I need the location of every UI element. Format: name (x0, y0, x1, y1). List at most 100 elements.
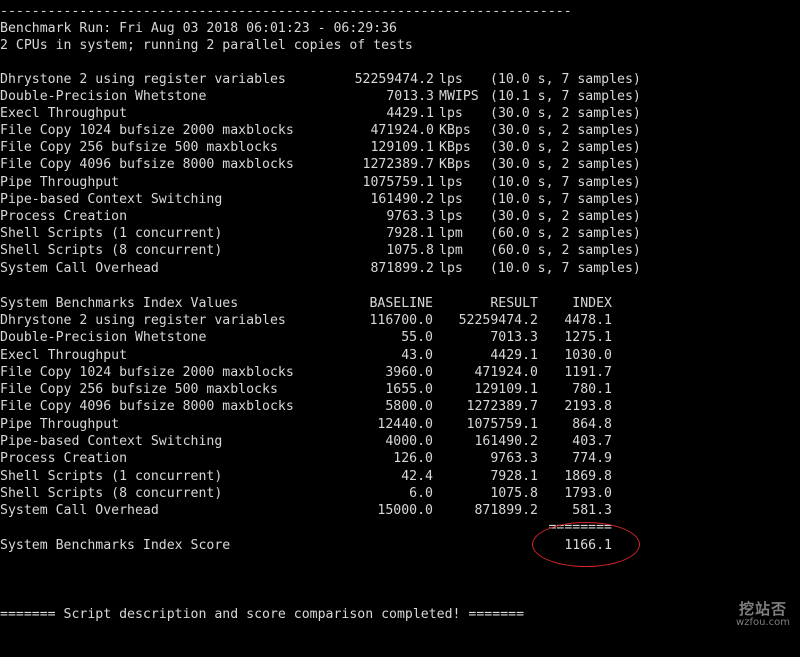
raw-result-test: Pipe-based Context Switching (0, 192, 223, 207)
benchmark-run-text: Benchmark Run: Fri Aug 03 2018 06:01:23 … (0, 21, 397, 36)
raw-result-value: 52259474.2 (354, 72, 434, 87)
benchmark-run-line: Benchmark Run: Fri Aug 03 2018 06:01:23 … (0, 20, 800, 37)
index-row-index: 774.9 (572, 451, 612, 466)
raw-result-row: Dhrystone 2 using register variables 522… (0, 71, 800, 88)
raw-result-unit: lps (439, 175, 463, 190)
index-row-index: 1793.0 (564, 486, 612, 501)
raw-result-unit: KBps (439, 123, 471, 138)
index-row-index: 1275.1 (564, 330, 612, 345)
index-row-index: 780.1 (572, 382, 612, 397)
raw-result-row: Double-Precision Whetstone 7013.3 MWIPS … (0, 88, 800, 105)
raw-result-detail: (10.0 s, 7 samples) (490, 175, 641, 190)
raw-result-value: 871899.2 (370, 261, 434, 276)
separator-line: ----------------------------------------… (0, 3, 800, 20)
footer-text: ======= Script description and score com… (0, 607, 525, 622)
raw-result-test: Dhrystone 2 using register variables (0, 72, 286, 87)
raw-result-unit: lps (439, 72, 463, 87)
raw-result-unit: KBps (439, 157, 471, 172)
raw-result-unit: lps (439, 261, 463, 276)
index-row-test: Shell Scripts (8 concurrent) (0, 486, 223, 501)
raw-result-detail: (30.0 s, 2 samples) (490, 106, 641, 121)
index-row-result: 7013.3 (490, 330, 538, 345)
raw-result-value: 7013.3 (386, 89, 434, 104)
index-row-test: File Copy 256 bufsize 500 maxblocks (0, 382, 278, 397)
raw-result-unit: lpm (439, 226, 463, 241)
raw-result-detail: (10.1 s, 7 samples) (490, 89, 641, 104)
raw-result-value: 471924.0 (370, 123, 434, 138)
raw-result-test: Shell Scripts (8 concurrent) (0, 243, 223, 258)
raw-result-test: Process Creation (0, 209, 128, 224)
index-row-baseline: 126.0 (393, 451, 433, 466)
index-row-result: 129109.1 (474, 382, 538, 397)
watermark-logo: 挖站否 wzfou.com (736, 601, 790, 629)
index-row-test: Execl Throughput (0, 348, 128, 363)
index-row-baseline: 43.0 (401, 348, 433, 363)
index-row: File Copy 1024 bufsize 2000 maxblocks 39… (0, 364, 800, 381)
baseline-header: BASELINE (369, 296, 433, 311)
index-row-index: 581.3 (572, 503, 612, 518)
result-header: RESULT (490, 296, 538, 311)
index-row: Shell Scripts (1 concurrent) 42.4 7928.1… (0, 468, 800, 485)
raw-result-row: File Copy 256 bufsize 500 maxblocks 1291… (0, 139, 800, 156)
footer-line: ======= Script description and score com… (0, 606, 800, 623)
raw-result-unit: lpm (439, 243, 463, 258)
index-row-test: System Call Overhead (0, 503, 159, 518)
index-row-result: 1075759.1 (466, 417, 538, 432)
raw-result-value: 1075.8 (386, 243, 434, 258)
raw-result-test: System Call Overhead (0, 261, 159, 276)
raw-result-test: File Copy 1024 bufsize 2000 maxblocks (0, 123, 294, 138)
index-row-result: 871899.2 (474, 503, 538, 518)
index-row-result: 7928.1 (490, 469, 538, 484)
raw-result-detail: (30.0 s, 2 samples) (490, 123, 641, 138)
index-row: Shell Scripts (8 concurrent) 6.0 1075.8 … (0, 485, 800, 502)
index-row-test: Pipe-based Context Switching (0, 434, 223, 449)
index-row-result: 4429.1 (490, 348, 538, 363)
raw-result-row: Shell Scripts (1 concurrent) 7928.1 lpm … (0, 225, 800, 242)
raw-result-row: File Copy 1024 bufsize 2000 maxblocks 47… (0, 122, 800, 139)
index-row-test: Double-Precision Whetstone (0, 330, 207, 345)
raw-result-value: 129109.1 (370, 140, 434, 155)
score-row: System Benchmarks Index Score 1166.1 (0, 537, 800, 554)
raw-result-detail: (60.0 s, 2 samples) (490, 226, 641, 241)
watermark-main: 挖站否 (739, 600, 788, 618)
index-row-baseline: 42.4 (401, 469, 433, 484)
score-label: System Benchmarks Index Score (0, 538, 231, 553)
raw-result-unit: MWIPS (439, 89, 479, 104)
index-row-index: 4478.1 (564, 313, 612, 328)
index-row-test: Process Creation (0, 451, 128, 466)
raw-result-row: Execl Throughput 4429.1 lps (30.0 s, 2 s… (0, 105, 800, 122)
index-row-test: Dhrystone 2 using register variables (0, 313, 286, 328)
raw-result-detail: (60.0 s, 2 samples) (490, 243, 641, 258)
index-row-baseline: 55.0 (401, 330, 433, 345)
index-row: Dhrystone 2 using register variables 116… (0, 312, 800, 329)
index-row: Pipe-based Context Switching 4000.0 1614… (0, 433, 800, 450)
index-row: File Copy 4096 bufsize 8000 maxblocks 58… (0, 398, 800, 415)
cpu-info-line: 2 CPUs in system; running 2 parallel cop… (0, 37, 800, 54)
index-row-index: 864.8 (572, 417, 612, 432)
index-row-baseline: 15000.0 (377, 503, 433, 518)
raw-result-row: System Call Overhead 871899.2 lps (10.0 … (0, 260, 800, 277)
raw-result-detail: (10.0 s, 7 samples) (490, 192, 641, 207)
index-row-result: 1075.8 (490, 486, 538, 501)
raw-result-detail: (30.0 s, 2 samples) (490, 209, 641, 224)
raw-result-value: 7928.1 (386, 226, 434, 241)
index-row-index: 1030.0 (564, 348, 612, 363)
raw-result-unit: lps (439, 209, 463, 224)
raw-result-row: Pipe-based Context Switching 161490.2 lp… (0, 191, 800, 208)
raw-result-row: Process Creation 9763.3 lps (30.0 s, 2 s… (0, 208, 800, 225)
score-highlight-circle (532, 522, 640, 567)
raw-result-test: File Copy 256 bufsize 500 maxblocks (0, 140, 278, 155)
index-row-test: File Copy 4096 bufsize 8000 maxblocks (0, 399, 294, 414)
raw-result-unit: lps (439, 106, 463, 121)
raw-result-value: 1075759.1 (362, 175, 434, 190)
index-row-baseline: 116700.0 (369, 313, 433, 328)
raw-result-test: Execl Throughput (0, 106, 128, 121)
index-row-baseline: 12440.0 (377, 417, 433, 432)
raw-result-row: File Copy 4096 bufsize 8000 maxblocks 12… (0, 156, 800, 173)
raw-result-test: Shell Scripts (1 concurrent) (0, 226, 223, 241)
index-row-result: 9763.3 (490, 451, 538, 466)
index-row-test: File Copy 1024 bufsize 2000 maxblocks (0, 365, 294, 380)
index-row: Double-Precision Whetstone 55.0 7013.3 1… (0, 329, 800, 346)
index-row-baseline: 6.0 (409, 486, 433, 501)
index-header: INDEX (572, 296, 612, 311)
